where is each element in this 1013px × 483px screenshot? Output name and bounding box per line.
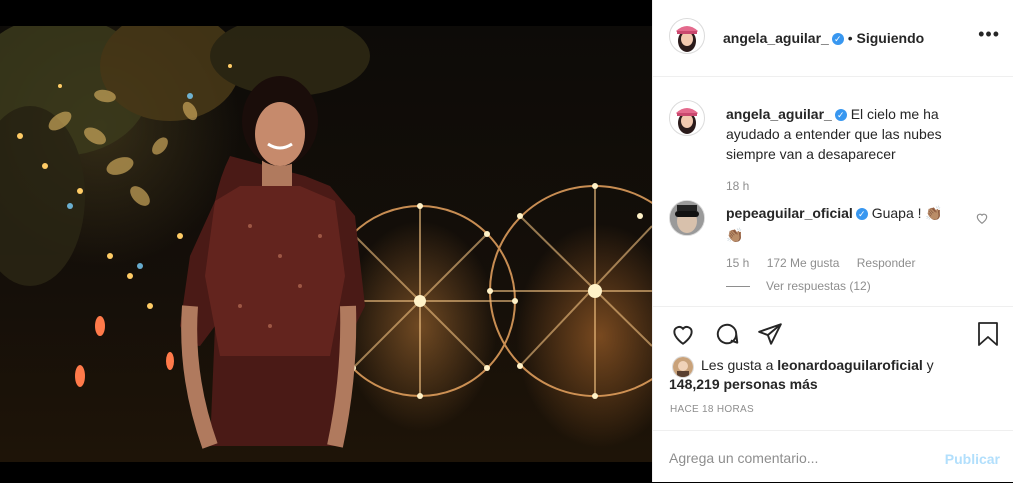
comment-author-avatar-illustration [670,201,704,235]
likes-others[interactable]: 148,219 personas más [669,376,818,392]
comment-text-line2: 👏🏽 [726,227,744,243]
header-author-line: angela_aguilar_ ✓ • Siguiendo [723,30,924,46]
likes-user[interactable]: leonardoaguilaroficial [777,357,922,373]
post-photo[interactable] [0,11,652,462]
author-avatar-illustration [676,26,698,52]
bookmark-icon[interactable] [976,321,1000,347]
publish-button[interactable]: Publicar [945,451,1000,467]
comment-item: pepeaguilar_oficial ✓ Guapa ! 👏🏽 👏🏽 [726,202,966,246]
post-caption: angela_aguilar_ ✓ El cielo me ha ayudado … [726,104,976,164]
verified-icon: ✓ [831,33,844,45]
comment-likes[interactable]: 172 Me gusta [767,256,840,270]
comment-author-name[interactable]: pepeaguilar_oficial [726,205,853,221]
verified-icon: ✓ [855,208,868,220]
post-actions-bar [653,306,1013,347]
comment-icon[interactable] [714,321,740,347]
verified-icon: ✓ [834,109,847,121]
comment-input[interactable] [669,447,929,469]
comment-meta: 15 h 172 Me gusta Responder [726,256,929,270]
photo-illustration [0,11,652,449]
caption-time[interactable]: 18 h [726,179,749,193]
comment-author-avatar[interactable] [669,200,705,236]
likes-summary: Les gusta a leonardoaguilaroficial y 148… [669,356,989,394]
author-avatar[interactable] [669,18,705,54]
view-replies-button[interactable]: Ver respuestas (12) [726,279,871,293]
caption-author-name[interactable]: angela_aguilar_ [726,106,832,122]
caption-author-avatar[interactable] [669,100,705,136]
more-options-icon[interactable]: ••• [978,24,1000,45]
follow-status-button[interactable]: Siguiendo [857,30,925,46]
comment-time[interactable]: 15 h [726,256,749,270]
replies-divider [726,286,750,288]
comment-text: Guapa ! 👏🏽 [871,205,943,221]
comment-heart-icon[interactable] [975,211,989,225]
share-icon[interactable] [757,321,783,347]
heart-icon[interactable] [670,321,696,347]
post-timestamp[interactable]: HACE 18 HORAS [670,404,754,415]
likes-conjunction: y [926,357,934,373]
post-header: angela_aguilar_ ✓ • Siguiendo ••• [653,0,1013,77]
separator-dot: • [847,30,853,46]
post-side-panel: angela_aguilar_ ✓ • Siguiendo ••• angela_… [652,0,1013,482]
caption-author-avatar-illustration [676,108,698,134]
likes-prefix: Les gusta a [701,357,774,373]
add-comment-bar: Publicar [653,430,1013,483]
view-replies-label: Ver respuestas (12) [766,279,871,293]
post-photo-container [0,0,652,482]
header-author-name[interactable]: angela_aguilar_ [723,30,829,46]
reply-button[interactable]: Responder [857,256,916,270]
